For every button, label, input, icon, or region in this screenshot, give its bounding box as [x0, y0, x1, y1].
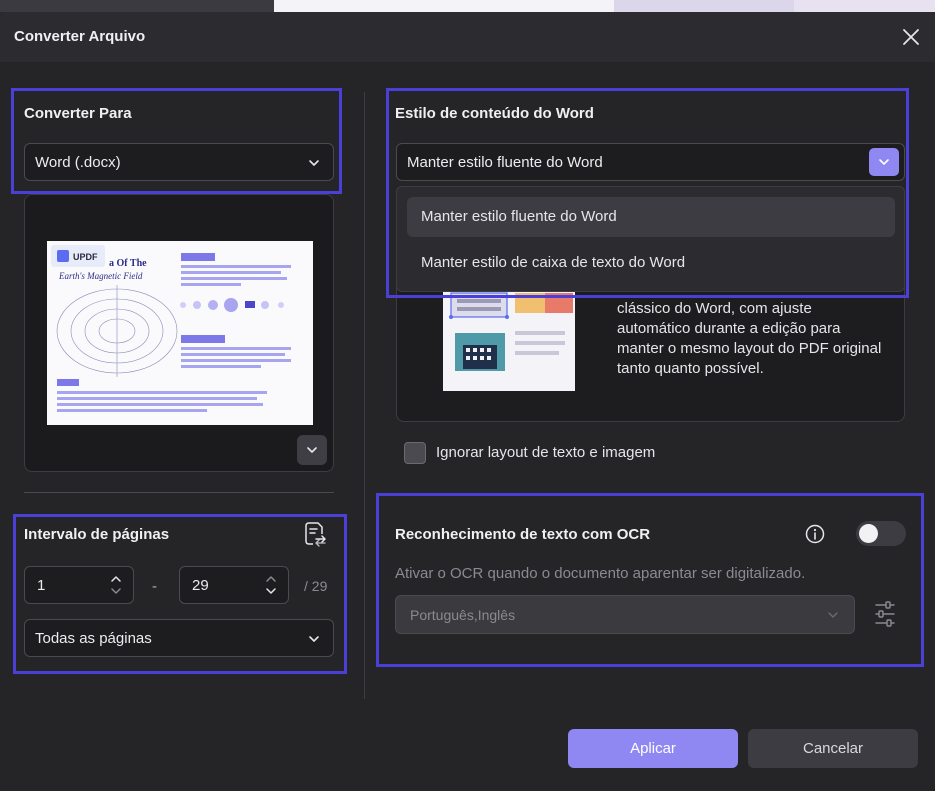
chevron-down-icon: [828, 612, 838, 618]
output-format-value: Word (.docx): [35, 154, 121, 171]
ocr-heading: Reconhecimento de texto com OCR: [395, 526, 651, 543]
apply-button[interactable]: Aplicar: [568, 729, 738, 768]
word-style-value: Manter estilo fluente do Word: [407, 154, 603, 171]
to-page-value: 29: [192, 577, 209, 594]
chevron-down-icon: [307, 447, 317, 453]
convert-to-heading: Converter Para: [24, 105, 132, 122]
info-icon[interactable]: [805, 524, 825, 544]
preview-page-drawing: UPDF a Of The Earth's Magnetic Field: [51, 245, 291, 412]
column-divider: [364, 92, 365, 699]
background-document-strip: [0, 0, 935, 12]
dialog-title: Converter Arquivo: [14, 28, 146, 45]
convert-file-dialog: Converter Arquivo Converter Para Word (.…: [0, 12, 935, 791]
style-description-text: clássico do Word, com ajuste automático …: [617, 300, 882, 377]
total-pages: / 29: [304, 578, 328, 594]
cancel-button[interactable]: Cancelar: [748, 729, 918, 768]
output-format-select[interactable]: Word (.docx): [24, 143, 334, 181]
divider: [24, 492, 334, 493]
settings-sliders-icon[interactable]: [874, 601, 896, 627]
chevron-down-icon: [879, 159, 889, 165]
ocr-language-select[interactable]: Português,Inglês: [395, 595, 855, 634]
dropdown-option-textbox[interactable]: Manter estilo de caixa de texto do Word: [407, 243, 895, 283]
preview-doc-title-2: Earth's Magnetic Field: [58, 271, 143, 281]
dropdown-toggle-button[interactable]: [869, 148, 899, 176]
ignore-layout-checkbox[interactable]: [404, 442, 426, 464]
chevron-down-icon: [309, 160, 319, 166]
word-style-dropdown-menu: Manter estilo fluente do Word Manter est…: [396, 186, 905, 292]
stepper-arrows-icon[interactable]: [264, 573, 278, 597]
dropdown-option-fluent[interactable]: Manter estilo fluente do Word: [407, 197, 895, 237]
ocr-toggle[interactable]: [856, 521, 906, 546]
background-page: [274, 0, 614, 12]
pages-subset-value: Todas as páginas: [35, 630, 152, 647]
preview-doc-title-1: a Of The: [109, 258, 147, 269]
background-page: [794, 0, 935, 12]
document-layout-illustration: [443, 291, 575, 391]
document-preview: UPDF a Of The Earth's Magnetic Field: [24, 194, 334, 472]
dialog-titlebar: Converter Arquivo: [0, 12, 935, 62]
background-page: [614, 0, 794, 12]
from-page-value: 1: [37, 577, 46, 594]
expand-preview-button[interactable]: [297, 435, 327, 465]
toggle-knob: [859, 524, 878, 543]
preview-page-thumbnail: UPDF a Of The Earth's Magnetic Field: [47, 241, 313, 425]
ocr-language-value: Português,Inglês: [410, 607, 516, 623]
word-style-heading: Estilo de conteúdo do Word: [395, 105, 594, 122]
to-page-input[interactable]: 29: [179, 566, 289, 604]
ignore-layout-label: Ignorar layout de texto e imagem: [436, 444, 656, 461]
page-swap-icon[interactable]: [303, 521, 327, 547]
chevron-down-icon: [309, 636, 319, 642]
from-page-input[interactable]: 1: [24, 566, 134, 604]
ocr-subtext: Ativar o OCR quando o documento aparenta…: [395, 565, 806, 582]
close-icon[interactable]: [899, 25, 923, 49]
page-range-heading: Intervalo de páginas: [24, 526, 170, 543]
word-style-select[interactable]: Manter estilo fluente do Word: [396, 143, 905, 181]
pages-subset-select[interactable]: Todas as páginas: [24, 619, 334, 657]
preview-logo-text: UPDF: [73, 252, 98, 262]
range-separator: -: [152, 578, 157, 595]
stepper-arrows-icon[interactable]: [109, 573, 123, 597]
